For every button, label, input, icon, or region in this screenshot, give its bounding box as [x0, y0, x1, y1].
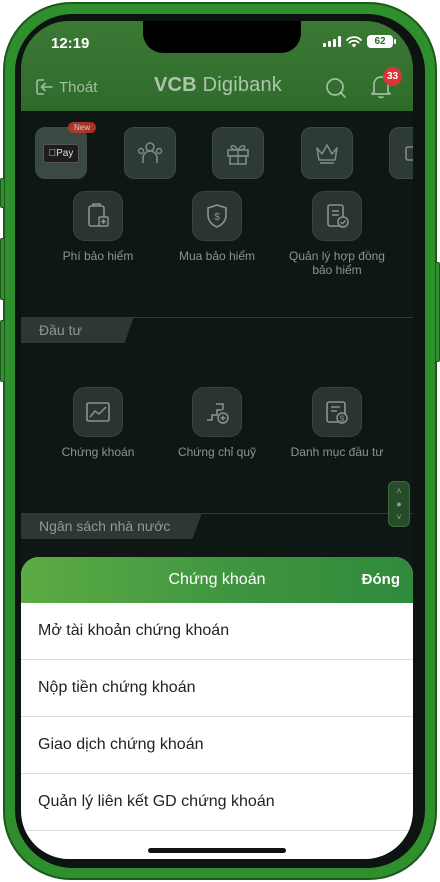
close-button[interactable]: Đóng [362, 571, 400, 588]
gift-icon [227, 144, 249, 165]
card-tile[interactable] [389, 127, 413, 179]
gift-tile[interactable] [212, 127, 264, 179]
service-stocks[interactable]: Chứng khoán [43, 387, 153, 459]
portfolio-icon: $ [312, 387, 362, 437]
shield-dollar-icon: $ [192, 191, 242, 241]
service-insurance-fee[interactable]: Phí bảo hiểm [43, 191, 153, 263]
quick-tiles-row: Pay [21, 127, 413, 179]
stock-chart-icon [73, 387, 123, 437]
section-title: Đầu tư [21, 318, 127, 343]
sheet-header: Chứng khoán Đóng [21, 557, 413, 603]
service-label: Quản lý hợp đồng bảo hiểm [289, 249, 385, 277]
dot-icon: ● [396, 498, 402, 509]
app-header: 12:19 62 Thoát VCB Digibank 33 [21, 21, 413, 111]
side-button [435, 262, 440, 362]
logout-icon [36, 79, 53, 95]
family-tile[interactable] [124, 127, 176, 179]
exit-label: Thoát [59, 78, 98, 96]
camera-notch [143, 21, 301, 53]
service-label: Phí bảo hiểm [62, 249, 134, 263]
section-state-budget: Ngân sách nhà nước [21, 513, 413, 539]
side-button [0, 178, 5, 208]
sheet-item-deposit[interactable]: Nộp tiền chứng khoán [21, 660, 413, 717]
battery-icon: 62 [367, 35, 396, 48]
apple-pay-label: Pay [52, 147, 73, 159]
crown-icon [316, 144, 338, 164]
brand-rest: Digibank [196, 74, 283, 96]
fund-growth-icon [192, 387, 242, 437]
svg-text:$: $ [340, 415, 345, 424]
chevron-down-icon: ˅ [396, 512, 402, 523]
screen: 12:19 62 Thoát VCB Digibank 33 Pay New P… [21, 21, 413, 859]
sheet-item-manage-link[interactable]: Quản lý liên kết GD chứng khoán [21, 774, 413, 831]
contract-check-icon [312, 191, 362, 241]
service-label: Danh mục đầu tư [290, 445, 384, 459]
wifi-icon [346, 35, 362, 47]
service-buy-insurance[interactable]: $ Mua bảo hiểm [162, 191, 272, 263]
scroll-indicator[interactable]: ˄ ● ˅ [388, 481, 410, 527]
svg-text:$: $ [214, 212, 220, 223]
card-icon [405, 146, 413, 161]
sheet-title: Chứng khoán [168, 571, 266, 588]
service-label: Mua bảo hiểm [178, 249, 256, 263]
insurance-fee-icon [73, 191, 123, 241]
section-title: Ngân sách nhà nước [21, 514, 195, 539]
family-icon [137, 142, 163, 163]
action-sheet: Chứng khoán Đóng Mở tài khoản chứng khoá… [21, 557, 413, 859]
service-portfolio[interactable]: $ Danh mục đầu tư [282, 387, 392, 459]
vip-tile[interactable] [301, 127, 353, 179]
apple-pay-tile[interactable]: Pay [35, 127, 87, 179]
apple-pay-mark: Pay [42, 143, 80, 163]
side-button [0, 320, 5, 382]
service-fund-certificates[interactable]: Chứng chỉ quỹ [162, 387, 272, 459]
new-badge: New [68, 122, 97, 133]
service-label: Chứng chỉ quỹ [177, 445, 257, 459]
status-time: 12:19 [51, 35, 90, 52]
home-indicator[interactable] [148, 848, 286, 853]
section-invest: Đầu tư [21, 317, 413, 343]
chevron-up-icon: ˄ [396, 485, 402, 496]
status-indicators: 62 [323, 35, 396, 48]
exit-button[interactable]: Thoát [35, 78, 97, 96]
sheet-item-trade[interactable]: Giao dịch chứng khoán [21, 717, 413, 774]
service-label: Chứng khoán [61, 445, 135, 459]
signal-icon [323, 36, 341, 47]
brand-logo: VCB Digibank [154, 74, 282, 97]
search-icon[interactable] [324, 76, 348, 100]
sheet-item-open-account[interactable]: Mở tài khoản chứng khoán [21, 603, 413, 660]
brand-bold: VCB [154, 74, 197, 96]
side-button [0, 238, 5, 300]
service-manage-contract[interactable]: Quản lý hợp đồng bảo hiểm [282, 191, 392, 277]
notification-badge: 33 [383, 67, 402, 86]
